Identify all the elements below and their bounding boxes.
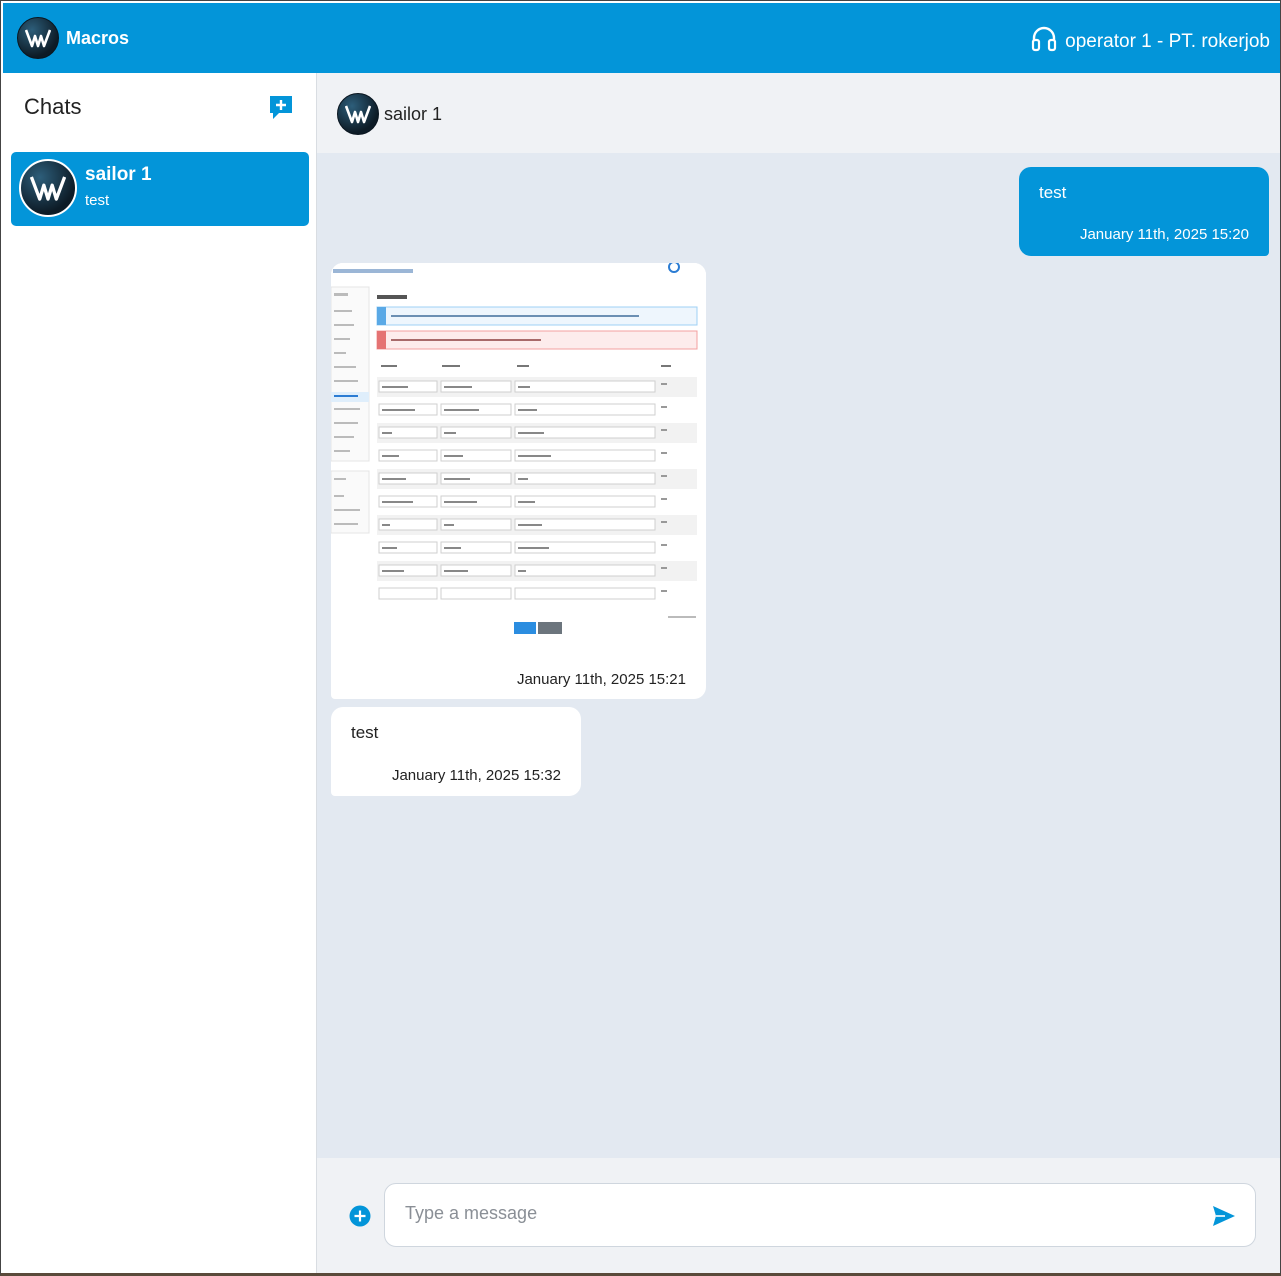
message-timestamp: January 11th, 2025 15:21 [516, 671, 686, 688]
sidebar: Chats sailor 1 test [3, 73, 317, 1273]
chat-name: sailor 1 [85, 164, 152, 185]
app-logo-icon [17, 17, 59, 59]
sidebar-title: Chats [24, 94, 82, 119]
attach-plus-icon[interactable] [349, 1205, 371, 1227]
chat-list-item[interactable]: sailor 1 test [11, 152, 309, 226]
chat-preview: test [85, 192, 110, 209]
message-bubble-incoming: test January 11th, 2025 15:32 [331, 707, 581, 796]
message-text: test [351, 723, 379, 742]
message-input-box[interactable] [384, 1183, 1256, 1247]
message-composer [317, 1158, 1280, 1273]
message-input[interactable] [403, 1202, 1187, 1225]
chat-header: sailor 1 [317, 73, 1280, 153]
app-window: Macros operator 1 - PT. rokerjob Chats s… [0, 0, 1281, 1276]
contact-name: sailor 1 [384, 104, 443, 124]
avatar [19, 159, 77, 217]
operator-label: operator 1 - PT. rokerjob [1065, 31, 1270, 52]
send-icon[interactable] [1211, 1204, 1237, 1228]
avatar [337, 93, 379, 135]
message-timestamp: January 11th, 2025 15:32 [391, 767, 561, 784]
new-chat-icon[interactable] [267, 93, 295, 121]
brand[interactable]: Macros [17, 17, 129, 59]
app-name: Macros [66, 27, 130, 48]
message-text: test [1039, 183, 1067, 202]
message-bubble-outgoing: test January 11th, 2025 15:20 [1019, 167, 1269, 256]
top-bar: Macros operator 1 - PT. rokerjob [3, 3, 1280, 73]
message-timestamp: January 11th, 2025 15:20 [1079, 226, 1249, 243]
headset-icon [1031, 25, 1057, 59]
attached-screenshot-image[interactable] [331, 263, 706, 653]
message-bubble-image[interactable]: January 11th, 2025 15:21 [331, 263, 706, 699]
operator-info[interactable]: operator 1 - PT. rokerjob [1031, 25, 1270, 59]
conversation-panel: sailor 1 test January 11th, 2025 15:20 J… [317, 73, 1280, 1273]
